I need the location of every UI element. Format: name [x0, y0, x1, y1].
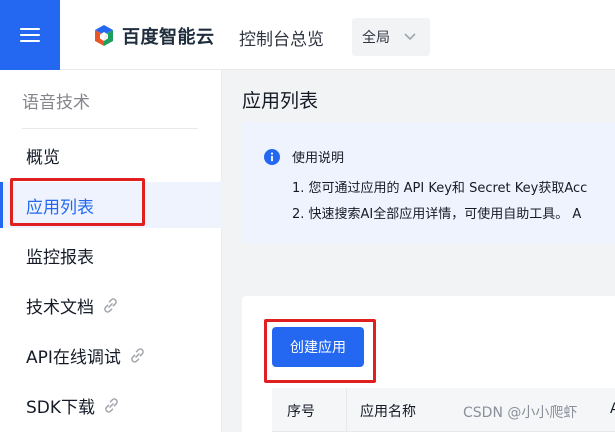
- column-header-api-key: A: [610, 401, 615, 417]
- sidebar-item-label: SDK下载: [26, 397, 96, 418]
- column-separator: [346, 388, 347, 432]
- sidebar-title: 语音技术: [22, 93, 90, 113]
- notice-line-1: 1. 您可通过应用的 API Key和 Secret Key获取Acc: [292, 181, 588, 196]
- sidebar: 语音技术 概览 应用列表 监控报表 技术文档 API在线调试 SDK下载: [0, 70, 222, 432]
- hamburger-menu-button[interactable]: [0, 0, 60, 70]
- sidebar-item-monitoring-report[interactable]: 监控报表: [0, 232, 222, 278]
- sidebar-item-label: 技术文档: [26, 297, 94, 318]
- top-header: 百度智能云 控制台总览 全局: [0, 0, 615, 70]
- external-link-icon: [131, 347, 144, 363]
- page-title: 应用列表: [242, 90, 319, 112]
- usage-notice: 使用说明 1. 您可通过应用的 API Key和 Secret Key获取Acc…: [242, 122, 615, 244]
- highlight-box-create-app: [264, 319, 376, 383]
- brand-logo[interactable]: 百度智能云: [92, 24, 215, 48]
- baidu-cloud-logo-icon: [95, 25, 113, 46]
- sidebar-item-label: 监控报表: [26, 247, 94, 268]
- external-link-icon: [104, 297, 117, 313]
- region-select-value: 全局: [362, 30, 390, 46]
- chevron-down-icon: [404, 33, 416, 41]
- column-header-app-name: 应用名称: [360, 404, 416, 420]
- external-link-icon: [105, 397, 118, 413]
- sidebar-item-api-debug[interactable]: API在线调试: [0, 332, 222, 378]
- console-overview-link[interactable]: 控制台总览: [239, 25, 324, 50]
- region-select[interactable]: 全局: [352, 18, 430, 56]
- column-header-index: 序号: [287, 404, 315, 420]
- notice-line-2: 2. 快速搜索AI全部应用详情，可使用自助工具。 A: [292, 207, 582, 222]
- highlight-box-app-list: [10, 178, 145, 226]
- sidebar-item-overview[interactable]: 概览: [0, 132, 222, 178]
- watermark: CSDN @小小爬虾: [463, 405, 578, 421]
- hamburger-menu-icon: [20, 27, 40, 43]
- sidebar-item-label: 概览: [26, 147, 60, 168]
- sidebar-item-label: API在线调试: [26, 347, 121, 368]
- info-icon: [264, 149, 280, 165]
- brand-name: 百度智能云: [122, 27, 215, 48]
- sidebar-divider: [22, 128, 198, 129]
- notice-title: 使用说明: [292, 151, 345, 166]
- sidebar-item-sdk-download[interactable]: SDK下载: [0, 382, 222, 428]
- sidebar-item-tech-docs[interactable]: 技术文档: [0, 282, 222, 328]
